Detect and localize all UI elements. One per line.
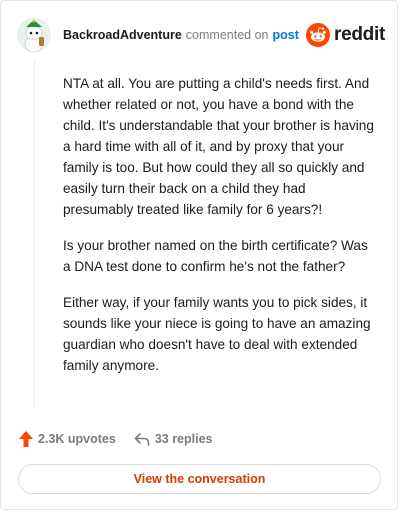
snoo-avatar-icon [17,18,51,52]
reddit-snoo-icon [306,23,331,47]
view-conversation-button[interactable]: View the conversation [18,464,381,494]
reply-count: 33 replies [154,432,213,446]
thread-line [34,59,35,409]
comment-body: NTA at all. You are putting a child's ne… [63,73,379,391]
reddit-wordmark: reddit [334,24,385,45]
upvote-button[interactable]: 2.3K upvotes [19,431,116,447]
reply-arrow-icon [134,433,150,446]
replies-button[interactable]: 33 replies [134,432,213,446]
username[interactable]: BackroadAdventure [63,28,182,42]
upvote-arrow-icon [19,431,33,447]
comment-paragraph: Either way, if your family wants you to … [63,295,371,373]
comment-actions: 2.3K upvotes 33 replies [19,429,213,449]
comment-card: BackroadAdventure commented on post redd… [0,0,398,510]
comment-paragraph: NTA at all. You are putting a child's ne… [63,76,374,217]
user-avatar[interactable] [17,18,51,52]
comment-paragraph: Is your brother named on the birth certi… [63,238,368,274]
upvote-count: 2.3K upvotes [38,432,116,446]
commented-on-text: commented on [185,28,269,42]
reddit-logo[interactable]: reddit [306,23,385,47]
post-link[interactable]: post [272,28,298,42]
comment-header: BackroadAdventure commented on post redd… [17,17,385,53]
